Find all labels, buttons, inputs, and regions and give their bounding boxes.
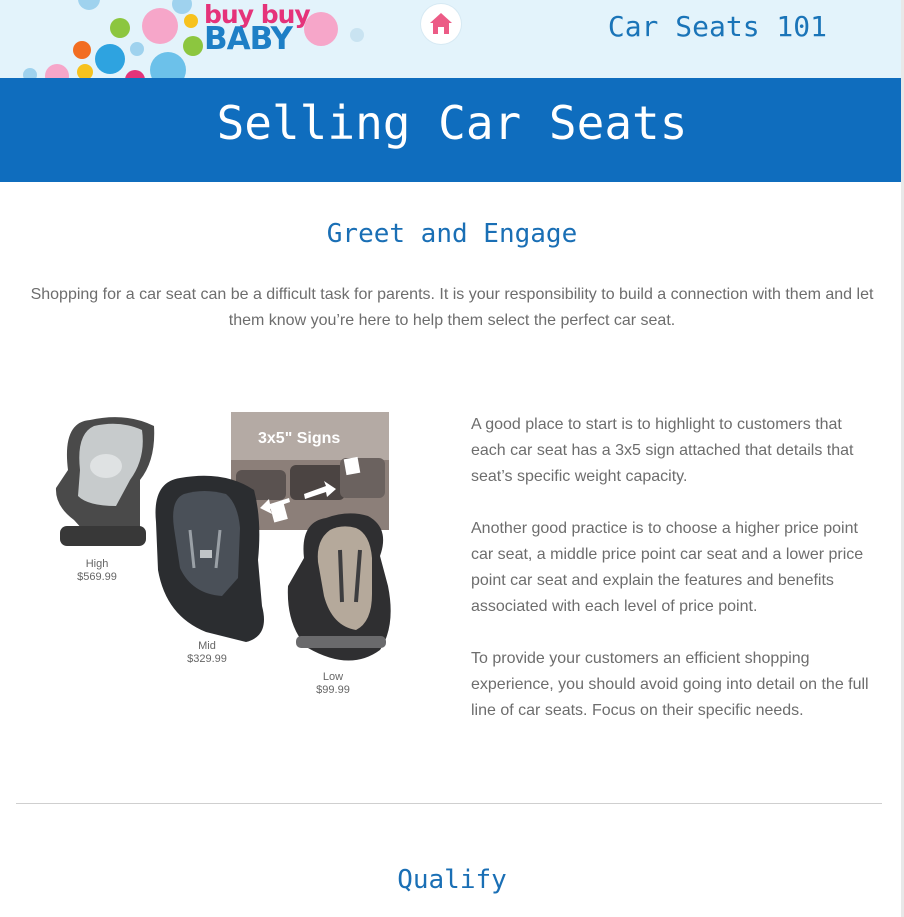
- seat-price: $99.99: [316, 684, 350, 696]
- tip-paragraph: To provide your customers an efficient s…: [471, 650, 869, 719]
- tip-paragraph: Another good practice is to choose a hig…: [471, 520, 864, 615]
- logo-bubble: [23, 68, 37, 78]
- seat-level: Mid: [198, 640, 216, 652]
- logo-bubble: [350, 28, 364, 42]
- seat-level: Low: [322, 671, 344, 683]
- logo-bubble: [78, 0, 100, 10]
- section-heading-qualify: Qualify: [397, 865, 507, 895]
- logo-bubble: [184, 14, 198, 28]
- photo-sign-card: [343, 456, 361, 476]
- home-button[interactable]: [421, 4, 461, 44]
- signs-label: 3x5" Signs: [258, 430, 340, 447]
- logo-bubble: [110, 18, 130, 38]
- section-heading-greet: Greet and Engage: [326, 219, 578, 249]
- high-seat-image: [55, 417, 155, 546]
- logo-bubble: [150, 52, 186, 78]
- mid-seat-image: [155, 475, 264, 642]
- logo-bubble: [45, 64, 69, 78]
- logo-bubble: [73, 41, 91, 59]
- logo-wordmark: buy buy BABY: [204, 2, 311, 55]
- seat-level: High: [85, 558, 109, 570]
- course-title: Car Seats 101: [607, 10, 827, 43]
- seat-price: $329.99: [187, 653, 227, 665]
- seat-caption-high: High $569.99: [62, 558, 132, 584]
- low-seat-image: [287, 513, 391, 661]
- top-bar: buy buy BABY Car Seats 101: [0, 0, 904, 78]
- tip-paragraph: A good place to start is to highlight to…: [471, 416, 854, 485]
- logo-bubble: [77, 64, 93, 78]
- logo-bubble: [142, 8, 178, 44]
- logo-bubble: [183, 36, 203, 56]
- logo-bubble: [125, 70, 145, 78]
- car-seats-figure: 3x5" Signs High $569.99 Mid $329.99 Low …: [50, 410, 395, 710]
- seat-caption-low: Low $99.99: [298, 671, 368, 697]
- home-icon: [430, 13, 452, 34]
- section-divider: [16, 803, 882, 804]
- logo-bubble: [130, 42, 144, 56]
- logo-bubble: [172, 0, 192, 14]
- intro-paragraph: Shopping for a car seat can be a difficu…: [30, 286, 874, 329]
- tips-column: A good place to start is to highlight to…: [471, 412, 871, 750]
- seat-price: $569.99: [77, 571, 117, 583]
- seat-caption-mid: Mid $329.99: [172, 640, 242, 666]
- logo-bubble: [95, 44, 125, 74]
- page-title: Selling Car Seats: [216, 96, 688, 150]
